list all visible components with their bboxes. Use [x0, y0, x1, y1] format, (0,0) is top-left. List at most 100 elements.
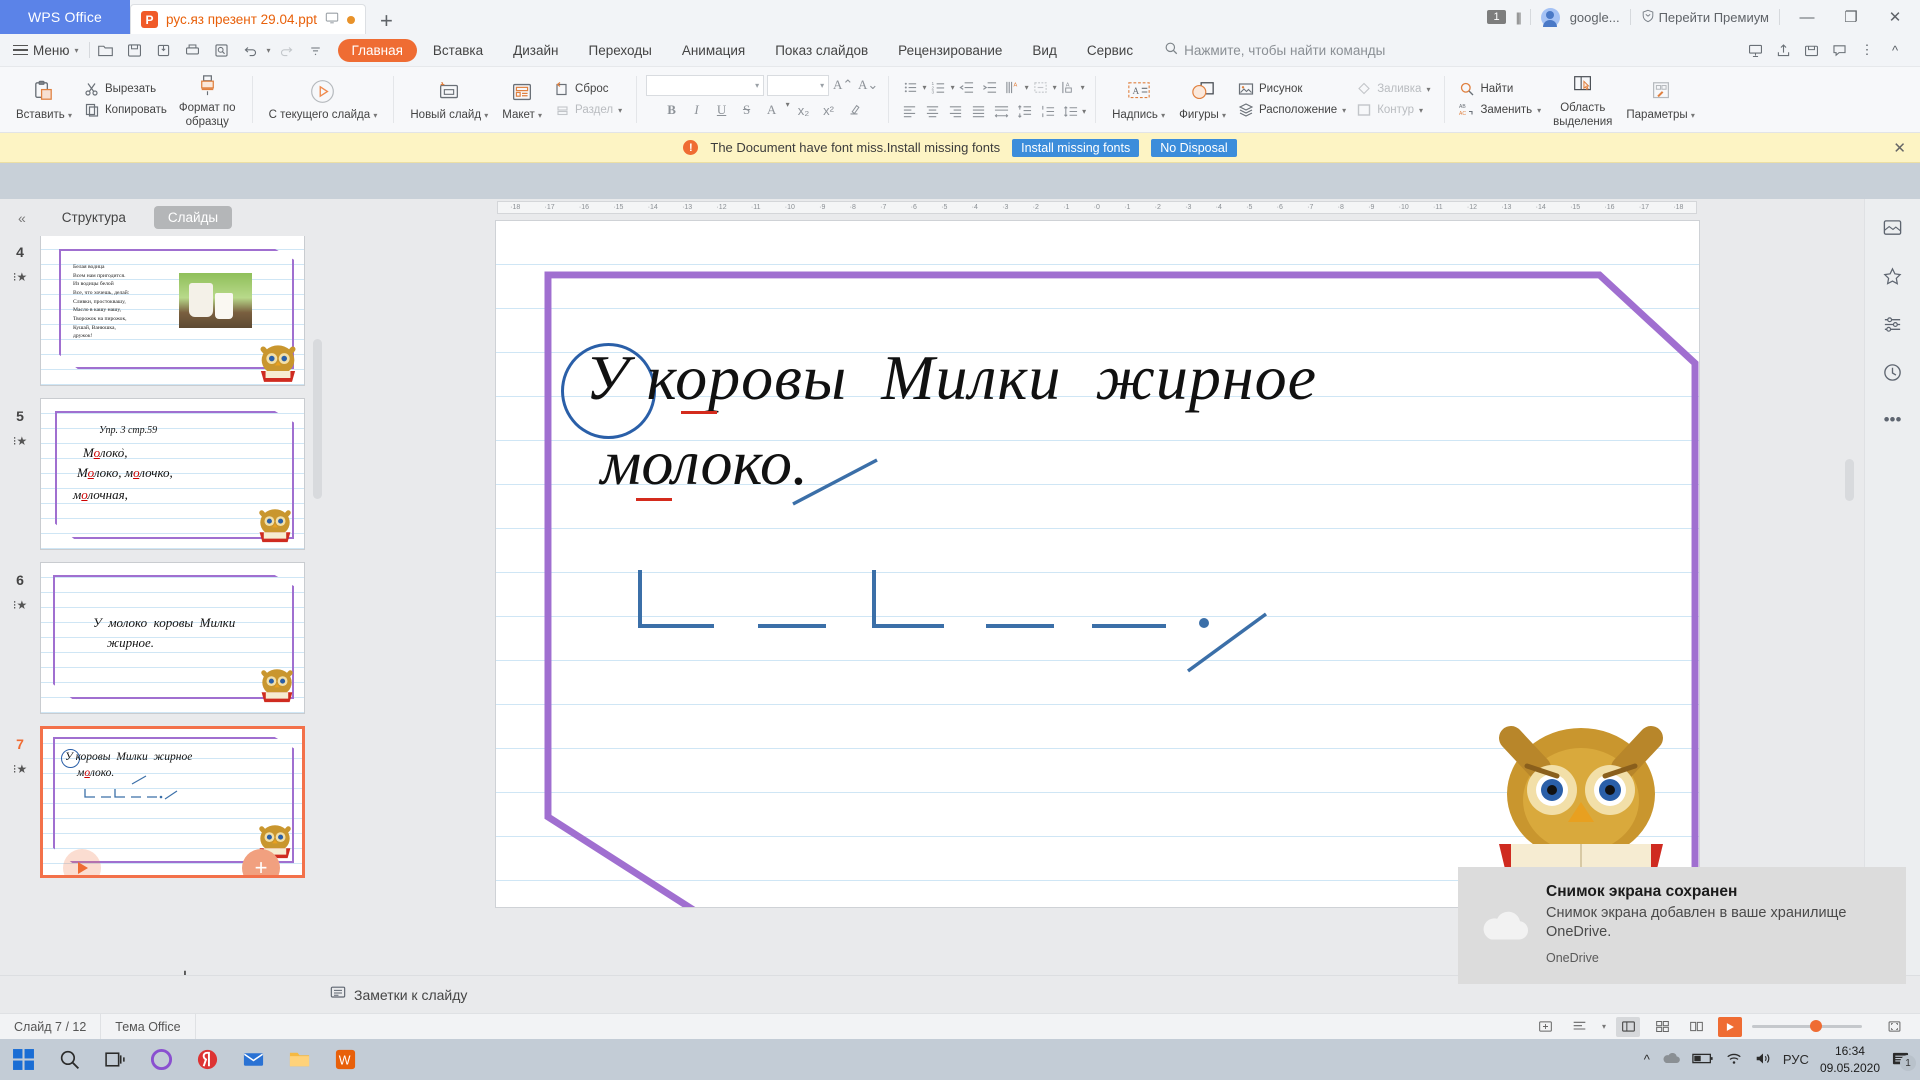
clear-character-button[interactable]: x₂: [793, 100, 815, 121]
tab-dizayn[interactable]: Дизайн: [499, 39, 572, 62]
slide-thumbnail[interactable]: Белая водица Всем нам пригодится. Из вод…: [40, 236, 305, 386]
slide-thumbnail-5[interactable]: 5 ⁝★ Упр. 3 стр.59 Молоко̀, Молоко, моло…: [0, 392, 330, 556]
tab-outline[interactable]: Структура: [48, 206, 140, 229]
task-view-icon[interactable]: [92, 1039, 138, 1080]
italic-button[interactable]: I: [686, 100, 708, 121]
zoom-slider[interactable]: [1752, 1020, 1862, 1032]
outline-view-icon[interactable]: [1568, 1017, 1592, 1037]
wifi-icon[interactable]: [1725, 1051, 1743, 1069]
tab-animatsiya[interactable]: Анимация: [668, 39, 759, 62]
onedrive-tray-icon[interactable]: [1661, 1052, 1681, 1068]
more-icon[interactable]: •••: [1878, 405, 1908, 435]
collapse-panel-icon[interactable]: «: [10, 210, 34, 226]
go-premium-button[interactable]: Перейти Премиум: [1641, 9, 1769, 26]
tab-retsenzirovanie[interactable]: Рецензирование: [884, 39, 1016, 62]
undo-dropdown-icon[interactable]: ▾: [267, 46, 271, 55]
slideshow-view-icon[interactable]: [1718, 1016, 1742, 1037]
align-text-button[interactable]: [1030, 77, 1052, 98]
outline-button[interactable]: Контур ▾: [1354, 101, 1432, 119]
install-missing-fonts-button[interactable]: Install missing fonts: [1012, 138, 1140, 157]
format-painter-button[interactable]: Формат по образцу: [172, 68, 243, 130]
print-icon[interactable]: [180, 38, 206, 62]
parameters-button[interactable]: Параметры ▾: [1619, 75, 1702, 124]
arrange-button[interactable]: Расположение ▾: [1236, 101, 1348, 119]
space-before-button[interactable]: [1013, 101, 1035, 122]
close-notice-icon[interactable]: ✕: [1893, 139, 1906, 157]
align-center-button[interactable]: [921, 101, 943, 122]
share-icon[interactable]: [1770, 38, 1796, 62]
notification-center-icon[interactable]: 1: [1891, 1051, 1916, 1071]
slide-sorter-icon[interactable]: [1650, 1017, 1674, 1037]
search-input[interactable]: Нажмите, чтобы найти команды: [1164, 41, 1385, 59]
shapes-button[interactable]: Фигуры ▾: [1172, 75, 1233, 124]
wps-taskbar-icon[interactable]: W: [322, 1039, 368, 1080]
yandex-browser-icon[interactable]: [184, 1039, 230, 1080]
search-taskbar-icon[interactable]: [46, 1039, 92, 1080]
account-name[interactable]: google...: [1570, 10, 1620, 25]
document-tab[interactable]: P рус.яз презент 29.04.ppt: [130, 4, 366, 34]
layout-button[interactable]: Макет ▾: [495, 75, 549, 124]
current-slide-canvas[interactable]: У коровы Милки жирное молоко.: [494, 220, 1700, 908]
save-icon[interactable]: [122, 38, 148, 62]
increase-font-size-button[interactable]: A⌃: [832, 75, 854, 96]
avatar[interactable]: [1540, 7, 1560, 27]
justify-button[interactable]: [967, 101, 989, 122]
chevron-down-icon[interactable]: ▾: [951, 83, 955, 92]
window-count-badge[interactable]: 1: [1487, 10, 1506, 24]
chevron-down-icon[interactable]: ▾: [1082, 107, 1086, 116]
comment-icon[interactable]: [1826, 38, 1852, 62]
from-current-slide-button[interactable]: С текущего слайда ▾: [262, 75, 385, 124]
space-after-button[interactable]: [1036, 101, 1058, 122]
battery-icon[interactable]: [1692, 1052, 1714, 1068]
fit-slide-icon[interactable]: [1534, 1017, 1558, 1037]
fill-button[interactable]: Заливка ▾: [1354, 80, 1432, 98]
wps-office-logo[interactable]: WPS Office: [0, 0, 130, 34]
volume-icon[interactable]: [1754, 1051, 1772, 1069]
restore-button[interactable]: ❐: [1834, 3, 1868, 31]
save-as-icon[interactable]: [151, 38, 177, 62]
file-explorer-icon[interactable]: [276, 1039, 322, 1080]
slide-thumbnail-4[interactable]: 4 ⁝★ Белая водица Всем нам пригодится. И…: [0, 236, 330, 392]
align-left-button[interactable]: [898, 101, 920, 122]
start-button[interactable]: [0, 1039, 46, 1080]
reading-view-icon[interactable]: [1684, 1017, 1708, 1037]
no-disposal-button[interactable]: No Disposal: [1151, 138, 1237, 157]
new-slide-button[interactable]: Новый слайд ▾: [403, 75, 495, 124]
more-options-icon[interactable]: ⋮: [1854, 38, 1880, 62]
align-right-button[interactable]: [944, 101, 966, 122]
tab-pokaz-slaydov[interactable]: Показ слайдов: [761, 39, 882, 62]
section-button[interactable]: Раздел ▾: [552, 101, 624, 119]
superscript-button[interactable]: x²: [818, 100, 840, 121]
onedrive-toast-notification[interactable]: Снимок экрана сохранен Снимок экрана доб…: [1458, 867, 1906, 984]
decrease-indent-button[interactable]: [956, 77, 978, 98]
tab-servis[interactable]: Сервис: [1073, 39, 1147, 62]
slide-thumbnail[interactable]: Упр. 3 стр.59 Молоко̀, Молоко, молочко, …: [40, 398, 305, 550]
settings-sliders-icon[interactable]: [1878, 309, 1908, 339]
chevron-down-icon[interactable]: ▾: [1025, 83, 1029, 92]
history-icon[interactable]: [1878, 357, 1908, 387]
clear-formatting-button[interactable]: [843, 100, 865, 121]
find-button[interactable]: Найти: [1457, 80, 1543, 98]
underline-button[interactable]: U: [711, 100, 733, 121]
chevron-down-icon[interactable]: ▾: [1053, 83, 1057, 92]
tab-glavnaya[interactable]: Главная: [337, 38, 417, 62]
minimize-button[interactable]: —: [1790, 3, 1824, 31]
print-preview-icon[interactable]: [209, 38, 235, 62]
window-list-icon[interactable]: |||: [1516, 10, 1522, 25]
chevron-down-icon[interactable]: ▾: [923, 83, 927, 92]
chevron-down-icon[interactable]: ▾: [755, 81, 759, 90]
present-icon[interactable]: [1742, 38, 1768, 62]
bullet-list-button[interactable]: [900, 77, 922, 98]
collapse-ribbon-icon[interactable]: ^: [1882, 38, 1908, 62]
replace-button[interactable]: AB AC Заменить ▾: [1457, 101, 1543, 119]
slide-thumbnail-6[interactable]: 6 ⁝★ У молоко коровы Милки жирное.: [0, 556, 330, 720]
slide-thumbnail-selected[interactable]: У коровы Милки жирное молоко. +: [40, 726, 305, 878]
copy-button[interactable]: Копировать: [82, 101, 169, 119]
chevron-down-icon[interactable]: ▾: [786, 100, 790, 121]
tab-slides[interactable]: Слайды: [153, 206, 233, 229]
chevron-down-icon[interactable]: ▾: [1602, 1022, 1606, 1031]
sidebar-scrollbar[interactable]: [313, 339, 322, 499]
strikethrough-button[interactable]: S: [736, 100, 758, 121]
slide-design-icon[interactable]: [1878, 213, 1908, 243]
open-icon[interactable]: [93, 38, 119, 62]
